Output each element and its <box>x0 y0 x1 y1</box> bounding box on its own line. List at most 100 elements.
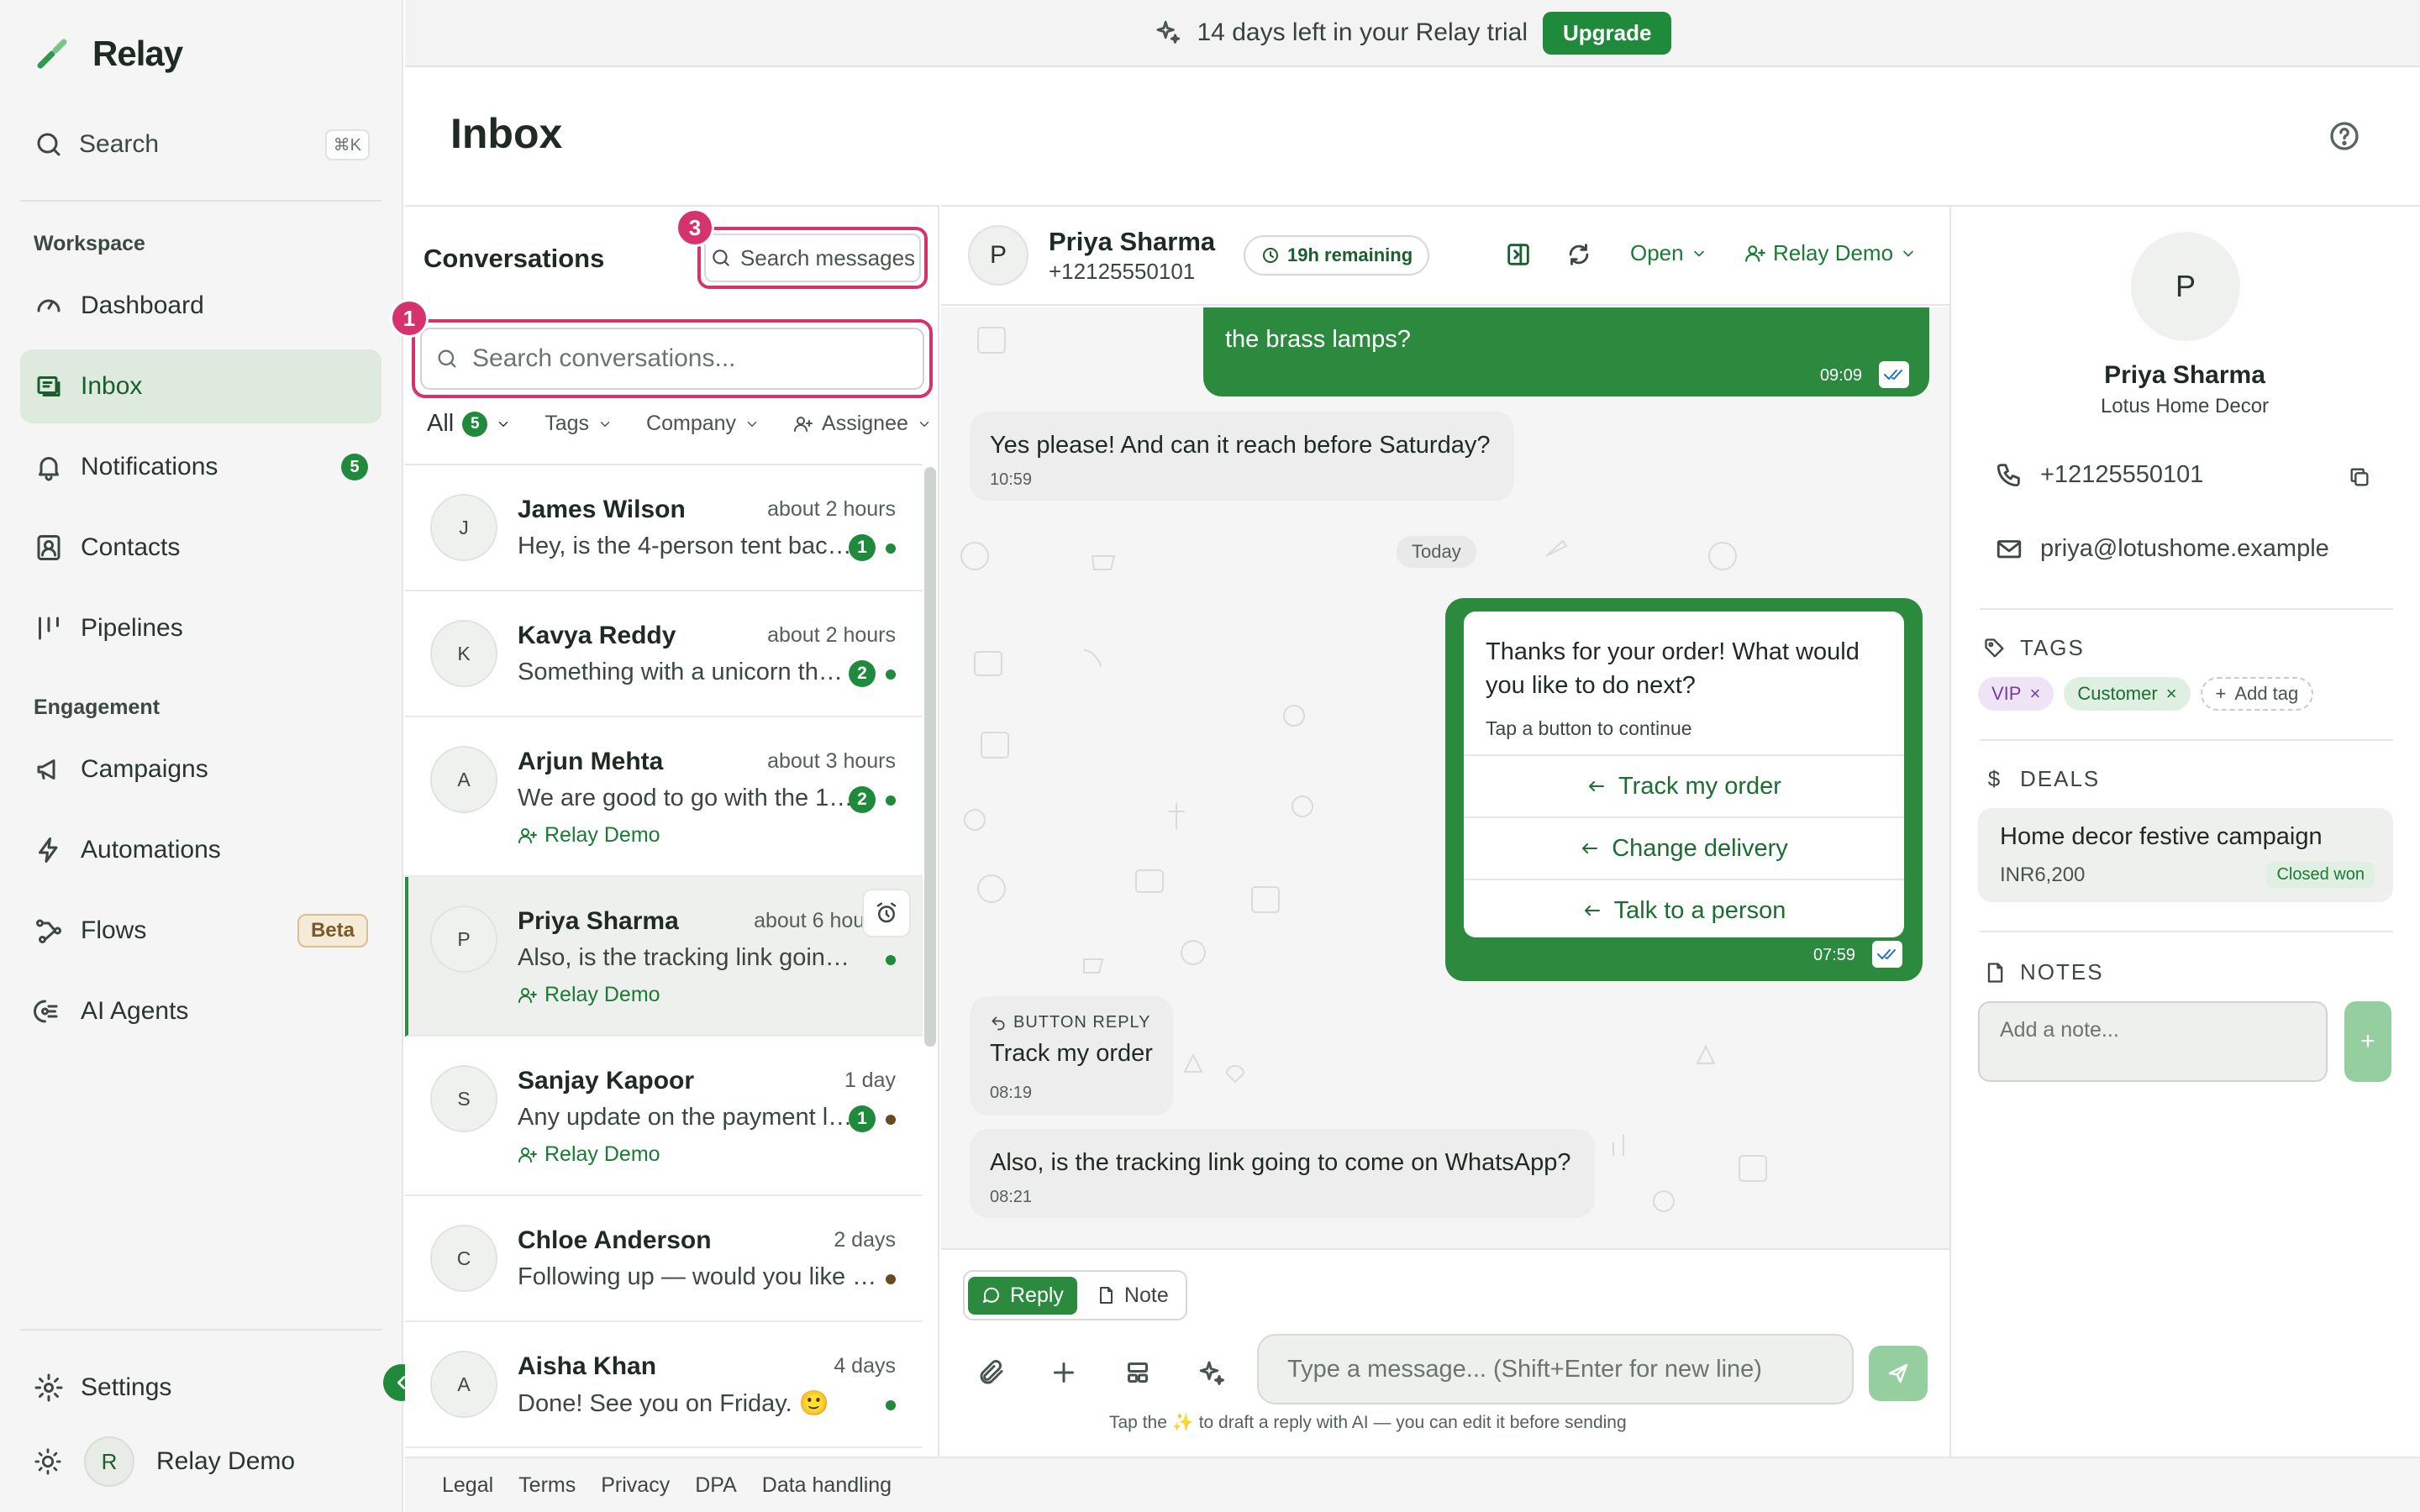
status-dropdown[interactable]: Open <box>1630 240 1707 266</box>
notifications-badge: 5 <box>341 454 368 480</box>
reply-mode-button[interactable]: Reply <box>968 1276 1077 1315</box>
sidebar-item-dashboard[interactable]: Dashboard <box>20 269 381 343</box>
sidebar-search[interactable]: Search ⌘K <box>34 126 370 163</box>
section-label-engagement: Engagement <box>34 696 160 719</box>
sidebar-item-ai-agents[interactable]: AI Agents <box>20 974 381 1048</box>
status-dot <box>886 795 896 806</box>
search-messages-button[interactable]: Search messages <box>697 227 928 289</box>
theme-sun-icon[interactable] <box>34 1447 62 1476</box>
contact-panel-company: Lotus Home Decor <box>2100 395 2270 417</box>
contact-email-field[interactable]: priya@lotushome.example <box>1995 534 2329 563</box>
search-icon <box>438 349 456 368</box>
footer-link-privacy[interactable]: Privacy <box>601 1473 670 1498</box>
search-conversations-input[interactable]: Search conversations... <box>472 344 736 373</box>
conversation-list: J James Wilson about 2 hours Hey, is the… <box>405 464 923 1457</box>
message-bubble-outgoing[interactable]: the brass lamps? 09:09 <box>1203 307 1929 396</box>
divider <box>1980 739 2393 741</box>
message-bubble-incoming[interactable]: Yes please! And can it reach before Satu… <box>970 412 1514 501</box>
filter-assignee[interactable]: Assignee <box>793 412 932 436</box>
callout-badge-1: 1 <box>390 299 429 338</box>
contact-name: Arjun Mehta <box>518 748 664 775</box>
template-button-track-order[interactable]: Track my order <box>1464 754 1904 816</box>
session-remaining-text: 19h remaining <box>1287 244 1413 265</box>
bell-icon <box>39 457 59 481</box>
user-plus-icon <box>794 416 813 432</box>
assignee-dropdown-label: Relay Demo <box>1773 240 1894 265</box>
contact-name: James Wilson <box>518 496 686 523</box>
template-button-change-delivery[interactable]: Change delivery <box>1464 816 1904 879</box>
chat-messages[interactable]: the brass lamps? 09:09 Yes please! And c… <box>941 307 1949 1248</box>
add-tag-label: Add tag <box>2234 683 2299 704</box>
note-mode-button[interactable]: Note <box>1082 1277 1182 1315</box>
status-dot <box>886 955 896 965</box>
message-time: 08:19 <box>990 1084 1033 1102</box>
user-avatar: R <box>84 1436 134 1487</box>
message-preview: We are good to go with the 120 pieces <box>518 785 854 811</box>
message-bubble-incoming[interactable]: Also, is the tracking link going to come… <box>970 1129 1595 1218</box>
tags-list: VIP × Customer × + Add tag <box>1978 677 2314 711</box>
upgrade-button[interactable]: Upgrade <box>1543 11 1672 55</box>
conversation-list-scrollbar[interactable] <box>924 467 936 1047</box>
plus-icon: + <box>2360 1027 2375 1055</box>
copy-icon[interactable] <box>2348 465 2371 489</box>
template-button-label: Change delivery <box>1612 834 1788 862</box>
search-conversations-field[interactable]: Search conversations... <box>412 319 933 398</box>
divider <box>1980 931 2393 932</box>
remove-tag-icon[interactable]: × <box>2029 683 2040 705</box>
message-input[interactable]: Type a message... (Shift+Enter for new l… <box>1257 1334 1854 1404</box>
sidebar-item-campaigns[interactable]: Campaigns <box>20 732 381 806</box>
status-dot <box>886 1274 896 1284</box>
conversation-row[interactable]: S Sanjay Kapoor 1 day Any update on the … <box>405 1037 923 1196</box>
sidebar-item-flows[interactable]: Flows Beta <box>20 894 381 968</box>
footer-link-data-handling[interactable]: Data handling <box>762 1473 892 1498</box>
brand[interactable]: Relay <box>34 34 183 74</box>
conversation-row[interactable]: J James Wilson about 2 hours Hey, is the… <box>405 465 923 591</box>
plus-icon[interactable] <box>1049 1357 1079 1388</box>
tag-chip[interactable]: VIP × <box>1978 677 2054 711</box>
conversation-row[interactable]: A Aisha Khan 4 days Done! See you on Fri… <box>405 1322 923 1448</box>
sidebar-item-notifications[interactable]: Notifications 5 <box>20 430 381 504</box>
deal-card[interactable]: Home decor festive campaign INR6,200 Clo… <box>1978 808 2393 902</box>
conversation-row[interactable]: A Arjun Mehta about 3 hours We are good … <box>405 717 923 877</box>
refresh-icon[interactable] <box>1565 240 1593 269</box>
deal-title: Home decor festive campaign <box>2000 823 2323 850</box>
remove-tag-icon[interactable]: × <box>2166 683 2177 705</box>
sidebar-item-inbox[interactable]: Inbox <box>20 349 381 423</box>
sidebar-item-automations[interactable]: Automations <box>20 813 381 887</box>
contact-icon <box>37 535 60 560</box>
template-hint: Tap a button to continue <box>1486 717 1692 739</box>
sidebar-item-pipelines[interactable]: Pipelines <box>20 591 381 665</box>
contact-panel-name: Priya Sharma <box>2104 361 2265 389</box>
help-icon[interactable] <box>2328 119 2361 153</box>
filter-tags[interactable]: Tags <box>544 412 613 436</box>
note-input[interactable]: Add a note... <box>1978 1001 2328 1082</box>
sidebar-item-settings[interactable]: Settings <box>20 1351 381 1425</box>
assignee-dropdown[interactable]: Relay Demo <box>1744 240 1917 266</box>
conversation-row[interactable]: K Kavya Reddy about 2 hours Something wi… <box>405 591 923 717</box>
sidebar-item-contacts[interactable]: Contacts <box>20 511 381 585</box>
filter-company[interactable]: Company <box>646 412 760 436</box>
filter-all[interactable]: All 5 <box>427 410 511 438</box>
conversation-row-selected[interactable]: P Priya Sharma about 6 hours Also, is th… <box>405 877 923 1037</box>
tag-chip[interactable]: Customer × <box>2064 677 2191 711</box>
send-button[interactable] <box>1869 1346 1928 1401</box>
conversation-row[interactable]: C Chloe Anderson 2 days Following up — w… <box>405 1196 923 1322</box>
template-message-bubble[interactable]: Thanks for your order! What would you li… <box>1445 598 1923 981</box>
sidebar-item-label: Inbox <box>81 372 143 400</box>
snooze-button[interactable] <box>862 889 911 937</box>
template-button-talk-to-person[interactable]: Talk to a person <box>1464 879 1904 937</box>
filter-assignee-label: Assignee <box>822 412 908 435</box>
ai-sparkles-icon[interactable] <box>1197 1357 1227 1388</box>
user-row[interactable]: R Relay Demo <box>34 1436 295 1487</box>
template-icon[interactable] <box>1123 1357 1153 1388</box>
footer-link-terms[interactable]: Terms <box>518 1473 576 1498</box>
add-tag-button[interactable]: + Add tag <box>2200 677 2314 711</box>
footer-link-dpa[interactable]: DPA <box>695 1473 737 1498</box>
button-reply-bubble[interactable]: BUTTON REPLY Track my order 08:19 <box>970 996 1173 1116</box>
footer-link-legal[interactable]: Legal <box>442 1473 493 1498</box>
pipeline-icon <box>39 617 59 640</box>
attachment-icon[interactable] <box>976 1357 1007 1388</box>
divider <box>20 1329 381 1331</box>
add-note-button[interactable]: + <box>2344 1001 2391 1082</box>
toggle-panel-icon[interactable] <box>1504 240 1533 269</box>
